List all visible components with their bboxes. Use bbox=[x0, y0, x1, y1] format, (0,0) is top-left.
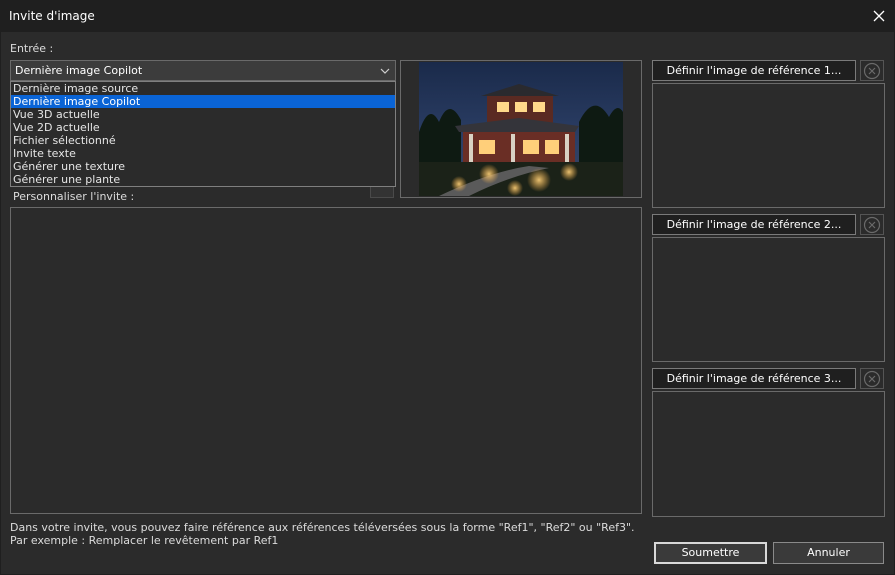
reference-3-preview bbox=[652, 391, 885, 517]
clear-circle-icon bbox=[863, 216, 881, 233]
option-text-prompt[interactable]: Invite texte bbox=[11, 147, 395, 160]
clear-circle-icon bbox=[863, 370, 881, 387]
close-button[interactable] bbox=[866, 3, 892, 29]
chevron-down-icon bbox=[380, 68, 390, 74]
input-source-dropdown: Dernière image source Dernière image Cop… bbox=[10, 81, 396, 187]
submit-button[interactable]: Soumettre bbox=[654, 542, 767, 564]
prompt-textarea[interactable] bbox=[10, 207, 642, 514]
option-last-copilot[interactable]: Dernière image Copilot bbox=[11, 95, 395, 108]
reference-2-preview bbox=[652, 237, 885, 362]
set-reference-2-button[interactable]: Définir l'image de référence 2... bbox=[652, 214, 856, 235]
cancel-button[interactable]: Annuler bbox=[773, 542, 884, 564]
clear-reference-3-button[interactable] bbox=[860, 368, 884, 389]
input-source-value: Dernière image Copilot bbox=[15, 64, 143, 77]
clear-circle-icon bbox=[863, 62, 881, 79]
input-label: Entrée : bbox=[10, 42, 54, 55]
close-icon bbox=[873, 10, 885, 22]
reference-1-preview bbox=[652, 83, 885, 208]
window-title: Invite d'image bbox=[9, 9, 95, 23]
prompt-label: Personnaliser l'invite : bbox=[13, 190, 135, 203]
clear-reference-1-button[interactable] bbox=[860, 60, 884, 81]
title-bar bbox=[0, 0, 895, 32]
input-source-select[interactable]: Dernière image Copilot bbox=[10, 60, 396, 81]
hint-line-2: Par exemple : Remplacer le revêtement pa… bbox=[10, 534, 279, 547]
option-selected-file[interactable]: Fichier sélectionné bbox=[11, 134, 395, 147]
set-reference-3-button[interactable]: Définir l'image de référence 3... bbox=[652, 368, 856, 389]
set-reference-1-button[interactable]: Définir l'image de référence 1... bbox=[652, 60, 856, 81]
preview-image bbox=[419, 62, 623, 196]
option-3d-view[interactable]: Vue 3D actuelle bbox=[11, 108, 395, 121]
option-last-source[interactable]: Dernière image source bbox=[11, 82, 395, 95]
option-2d-view[interactable]: Vue 2D actuelle bbox=[11, 121, 395, 134]
option-generate-plant[interactable]: Générer une plante bbox=[11, 173, 395, 186]
clear-reference-2-button[interactable] bbox=[860, 214, 884, 235]
hint-line-1: Dans votre invite, vous pouvez faire réf… bbox=[10, 521, 635, 534]
preview-frame bbox=[400, 60, 642, 198]
option-generate-texture[interactable]: Générer une texture bbox=[11, 160, 395, 173]
